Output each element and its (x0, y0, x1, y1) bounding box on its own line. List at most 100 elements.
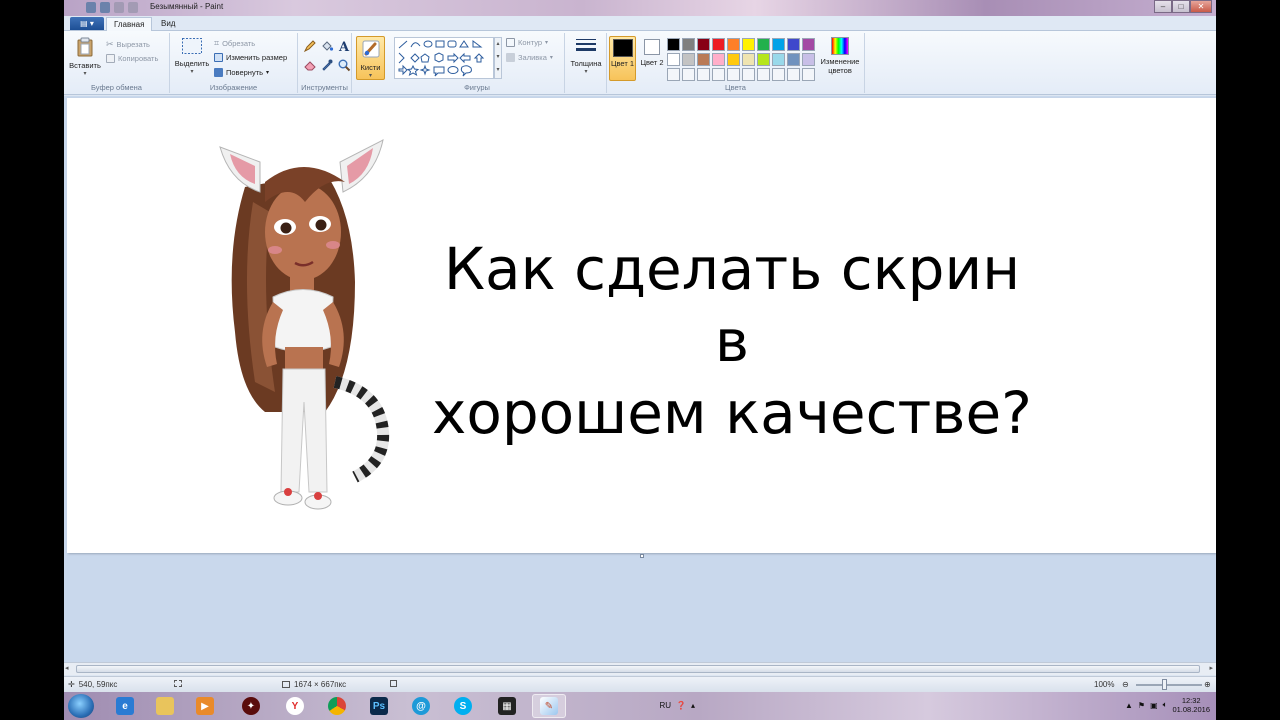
scroll-left-icon[interactable]: ◂ (65, 664, 69, 672)
image-size-icon (282, 681, 290, 688)
taskbar-mail-agent[interactable]: @ (404, 694, 438, 718)
palette-swatch[interactable] (682, 38, 695, 51)
taskbar-explorer[interactable] (148, 694, 182, 718)
tray-arrow-icon[interactable]: ▲ (1125, 701, 1133, 710)
copy-button[interactable]: Копировать (106, 54, 158, 63)
tray-expand-icon[interactable]: ▴ (691, 701, 695, 710)
maximize-button[interactable]: □ (1172, 0, 1190, 13)
paste-button[interactable]: Вставить ▾ (68, 37, 102, 77)
tab-home[interactable]: Главная (106, 17, 153, 32)
custom-color-slot[interactable] (682, 68, 695, 81)
paint-app-icon[interactable] (86, 2, 96, 13)
resize-icon (214, 53, 223, 62)
color-picker-icon[interactable] (320, 58, 334, 72)
file-menu-button[interactable]: ▤ ▾ (70, 17, 104, 30)
resize-button[interactable]: Изменить размер (214, 53, 287, 62)
skype-icon: S (454, 697, 472, 715)
taskbar-media-player[interactable]: ▶ (188, 694, 222, 718)
palette-swatch[interactable] (667, 53, 680, 66)
palette-swatch[interactable] (712, 38, 725, 51)
palette-swatch[interactable] (712, 53, 725, 66)
custom-color-slot[interactable] (802, 68, 815, 81)
palette-swatch[interactable] (802, 53, 815, 66)
palette-swatch[interactable] (742, 53, 755, 66)
taskbar-video-editor[interactable]: ▦ (490, 694, 524, 718)
text-tool-icon[interactable]: A (337, 39, 351, 53)
cut-button[interactable]: ✂ Вырезать (106, 39, 150, 50)
zoom-slider-thumb[interactable] (1162, 679, 1167, 690)
taskbar-chrome[interactable] (320, 694, 354, 718)
crop-button[interactable]: ⌗ Обрезать (214, 38, 255, 49)
edit-colors-button[interactable]: Изменение цветов (817, 37, 863, 75)
rotate-button[interactable]: Повернуть ▾ (214, 68, 269, 77)
taskbar-photoshop[interactable]: Ps (362, 694, 396, 718)
taskbar-yandex[interactable]: Y (278, 694, 312, 718)
volume-icon[interactable]: 🔈︎ (1163, 700, 1168, 710)
taskbar-skype[interactable]: S (446, 694, 480, 718)
photoshop-icon: Ps (370, 697, 388, 715)
save-icon[interactable] (100, 2, 110, 13)
close-button[interactable]: ✕ (1190, 0, 1212, 13)
zoom-out-button[interactable]: ⊖ (1122, 680, 1129, 689)
custom-color-slot[interactable] (712, 68, 725, 81)
taskbar-app-red[interactable]: ✦ (234, 694, 268, 718)
action-center-flag-icon[interactable]: ⚑ (1138, 701, 1145, 710)
start-button[interactable] (68, 694, 94, 718)
palette-swatch[interactable] (787, 53, 800, 66)
palette-swatch[interactable] (697, 38, 710, 51)
help-icon[interactable]: ❓ (676, 701, 686, 710)
palette-swatch[interactable] (682, 53, 695, 66)
clock[interactable]: 12:32 01.08.2016 (1172, 696, 1210, 714)
undo-icon[interactable] (114, 2, 124, 13)
tools-group: A Инструменты (298, 33, 352, 93)
palette-swatch[interactable] (742, 38, 755, 51)
shapes-scroll[interactable]: ▴ ▾ ▾ (494, 37, 502, 79)
palette-swatch[interactable] (787, 38, 800, 51)
custom-color-slot[interactable] (667, 68, 680, 81)
brushes-button[interactable]: Кисти ▾ (356, 36, 385, 80)
network-icon[interactable]: ▣ (1150, 701, 1158, 710)
palette-swatch[interactable] (757, 38, 770, 51)
drawing-canvas[interactable]: Как сделать скрин в хорошем качестве? (67, 98, 1216, 553)
palette-swatch[interactable] (802, 38, 815, 51)
minimize-button[interactable]: – (1154, 0, 1172, 13)
color1-button[interactable]: Цвет 1 (609, 36, 636, 81)
pencil-icon[interactable] (303, 39, 317, 53)
custom-color-slot[interactable] (697, 68, 710, 81)
scroll-thumb[interactable] (76, 665, 1200, 673)
custom-color-slot[interactable] (772, 68, 785, 81)
custom-color-slot[interactable] (787, 68, 800, 81)
custom-color-slot[interactable] (727, 68, 740, 81)
eraser-icon[interactable] (303, 58, 317, 72)
palette-swatch[interactable] (772, 53, 785, 66)
scroll-right-icon[interactable]: ▸ (1209, 664, 1213, 672)
taskbar-paint[interactable]: ✎ (532, 694, 566, 718)
palette-swatch[interactable] (727, 38, 740, 51)
color2-button[interactable]: Цвет 2 (639, 37, 665, 67)
canvas-resize-handle[interactable] (640, 554, 644, 558)
tab-view[interactable]: Вид (154, 17, 182, 32)
fill-button[interactable]: Заливка ▾ (506, 53, 553, 62)
palette-swatch[interactable] (697, 53, 710, 66)
film-icon: ▦ (498, 697, 516, 715)
zoom-slider-track[interactable] (1136, 684, 1202, 686)
magnifier-icon[interactable] (337, 58, 351, 72)
fill-bucket-icon[interactable] (320, 39, 334, 53)
custom-color-slot[interactable] (757, 68, 770, 81)
image-group: Выделить ▾ ⌗ Обрезать Изменить размер Пов… (170, 33, 298, 93)
language-indicator[interactable]: RU (659, 701, 671, 710)
redo-icon[interactable] (128, 2, 138, 13)
select-button[interactable]: Выделить ▾ (174, 37, 210, 75)
palette-swatch[interactable] (757, 53, 770, 66)
shapes-gallery[interactable] (394, 37, 494, 79)
palette-swatch[interactable] (727, 53, 740, 66)
horizontal-scrollbar[interactable]: ◂ ▸ (64, 662, 1216, 675)
palette-swatch[interactable] (667, 38, 680, 51)
outline-button[interactable]: Контур ▾ (506, 38, 548, 47)
zoom-in-button[interactable]: ⊕ (1204, 680, 1211, 689)
palette-swatch[interactable] (772, 38, 785, 51)
custom-color-slot[interactable] (742, 68, 755, 81)
taskbar-ie[interactable]: e (108, 694, 142, 718)
size-button[interactable]: Толщина ▾ (567, 37, 605, 75)
paste-label: Вставить (69, 61, 101, 70)
